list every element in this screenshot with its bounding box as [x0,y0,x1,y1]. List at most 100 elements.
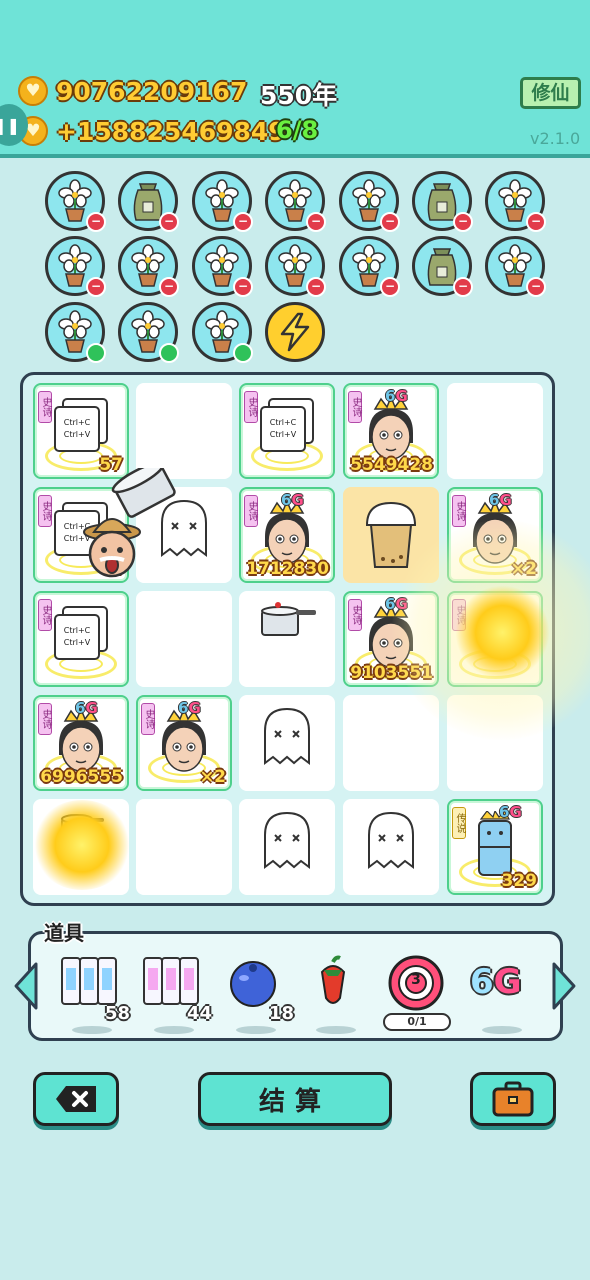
remove-icon[interactable]: − [380,277,400,297]
prop-count: 18 [268,1003,294,1024]
remove-icon[interactable]: − [233,212,253,232]
prop-shadow [316,1026,356,1034]
epic-tag: 史诗 [452,495,466,527]
settle-button[interactable]: 结算 [198,1072,392,1126]
cell-value: 329 [501,871,538,891]
seed-bag-slot[interactable]: − [412,171,473,232]
epic-tag: 史诗 [38,391,52,423]
remove-icon[interactable]: − [526,212,546,232]
board-cell[interactable] [239,591,335,687]
prop-count: 58 [104,1003,130,1024]
prop-shadow [72,1026,112,1034]
6g-icon: 6G [470,962,522,1002]
coin-row: ♥ 90762209167 [18,76,247,106]
flower-pot-slot[interactable]: − [265,171,326,232]
board-cell[interactable]: Ctrl+C Ctrl+V 史诗 57 [33,383,129,479]
prop-cards-pack[interactable]: 58 [58,954,130,1034]
remove-icon[interactable]: − [233,277,253,297]
prop-6g[interactable]: 6G [468,954,538,1034]
heart-coin-icon: ♥ [18,76,48,106]
prop-shadow [482,1026,522,1034]
flower-pot-slot[interactable]: − [118,236,179,297]
flower-pot-slot[interactable] [118,302,179,363]
svg-text:Ctrl+V: Ctrl+V [270,430,297,439]
remove-icon[interactable]: − [526,277,546,297]
remove-icon[interactable]: − [159,277,179,297]
board-cell[interactable] [239,799,335,895]
board-cell[interactable]: 史诗 6G 6996555 [33,695,129,791]
board-cell[interactable] [136,799,232,895]
board-cell[interactable]: 史诗 6G 5549428 [343,383,439,479]
prop-chili[interactable] [302,954,372,1034]
prop-count: 44 [186,1003,212,1024]
delete-button[interactable] [33,1072,119,1126]
epic-tag: 史诗 [244,391,258,423]
prop-shadow [236,1026,276,1034]
svg-text:Ctrl+C: Ctrl+C [64,626,91,635]
svg-text:Ctrl+C: Ctrl+C [64,418,91,427]
flower-pot-slot[interactable]: − [485,236,546,297]
epic-tag: 史诗 [244,495,258,527]
legend-tag: 传说 [452,807,466,839]
remove-icon[interactable]: − [306,277,326,297]
flower-pot-slot[interactable]: − [192,236,253,297]
svg-text:Ctrl+V: Ctrl+V [64,638,91,647]
props-title: 道具 [44,921,84,945]
6g-badge: 6G [489,491,512,509]
remove-icon[interactable]: − [453,212,473,232]
backspace-icon [56,1086,96,1112]
slots-counter: 6/8 [276,116,319,144]
bag-button[interactable] [470,1072,556,1126]
blueberry-icon [230,961,276,1007]
flower-pot-slot[interactable] [192,302,253,363]
xiuxian-button[interactable]: 修仙 [520,77,581,109]
prop-blueberry[interactable]: 18 [222,954,294,1034]
board-cell[interactable]: 史诗 6G 1712830 [239,487,335,583]
target-level: 3 [411,972,421,988]
flower-pot-slot[interactable] [45,302,106,363]
flower-pot-slot[interactable]: − [339,236,400,297]
epic-tag: 史诗 [38,495,52,527]
remove-icon[interactable]: − [306,212,326,232]
chevron-right-icon [552,962,576,1010]
6g-badge: 6G [499,803,522,821]
board-cell[interactable] [447,383,543,479]
flower-pot-slot[interactable]: − [45,236,106,297]
epic-tag: 史诗 [348,599,362,631]
board-cell[interactable] [343,695,439,791]
board-cell[interactable] [343,799,439,895]
remove-icon[interactable]: − [159,212,179,232]
board-cell[interactable]: Ctrl+C Ctrl+V 史诗 [33,591,129,687]
remove-icon[interactable]: − [86,212,106,232]
flower-pot-slot[interactable]: − [339,171,400,232]
briefcase-icon [492,1081,534,1117]
props-next-arrow[interactable] [550,958,580,1014]
seed-bag-slot[interactable]: − [412,236,473,297]
flower-pot-slot[interactable]: − [265,236,326,297]
svg-text:Ctrl+V: Ctrl+V [64,430,91,439]
6g-badge: 6G [75,699,98,717]
flower-pot-slot[interactable]: − [45,171,106,232]
prop-cards-pack-epic[interactable]: 44 [140,954,212,1034]
active-dot-icon [86,343,106,363]
flower-pot-slot[interactable]: − [192,171,253,232]
props-prev-arrow[interactable] [10,958,40,1014]
active-dot-icon [233,343,253,363]
remove-icon[interactable]: − [453,277,473,297]
remove-icon[interactable]: − [86,277,106,297]
cell-value: ×2 [199,767,226,787]
ghost-icon [239,705,335,767]
board-cell[interactable]: 传说 6G 329 [447,799,543,895]
seed-bag-slot[interactable]: − [118,171,179,232]
board-cell[interactable]: Ctrl+C Ctrl+V 史诗 [239,383,335,479]
lightning-icon [280,312,310,352]
lightning-button[interactable] [265,302,325,362]
board-cell[interactable] [239,695,335,791]
6g-badge: 6G [281,491,304,509]
flower-pot-slot[interactable]: − [485,171,546,232]
board-cell[interactable] [136,383,232,479]
board-cell[interactable]: 史诗 6G ×2 [136,695,232,791]
remove-icon[interactable]: − [380,212,400,232]
years-label: 550年 [260,81,338,110]
board-cell[interactable] [136,591,232,687]
